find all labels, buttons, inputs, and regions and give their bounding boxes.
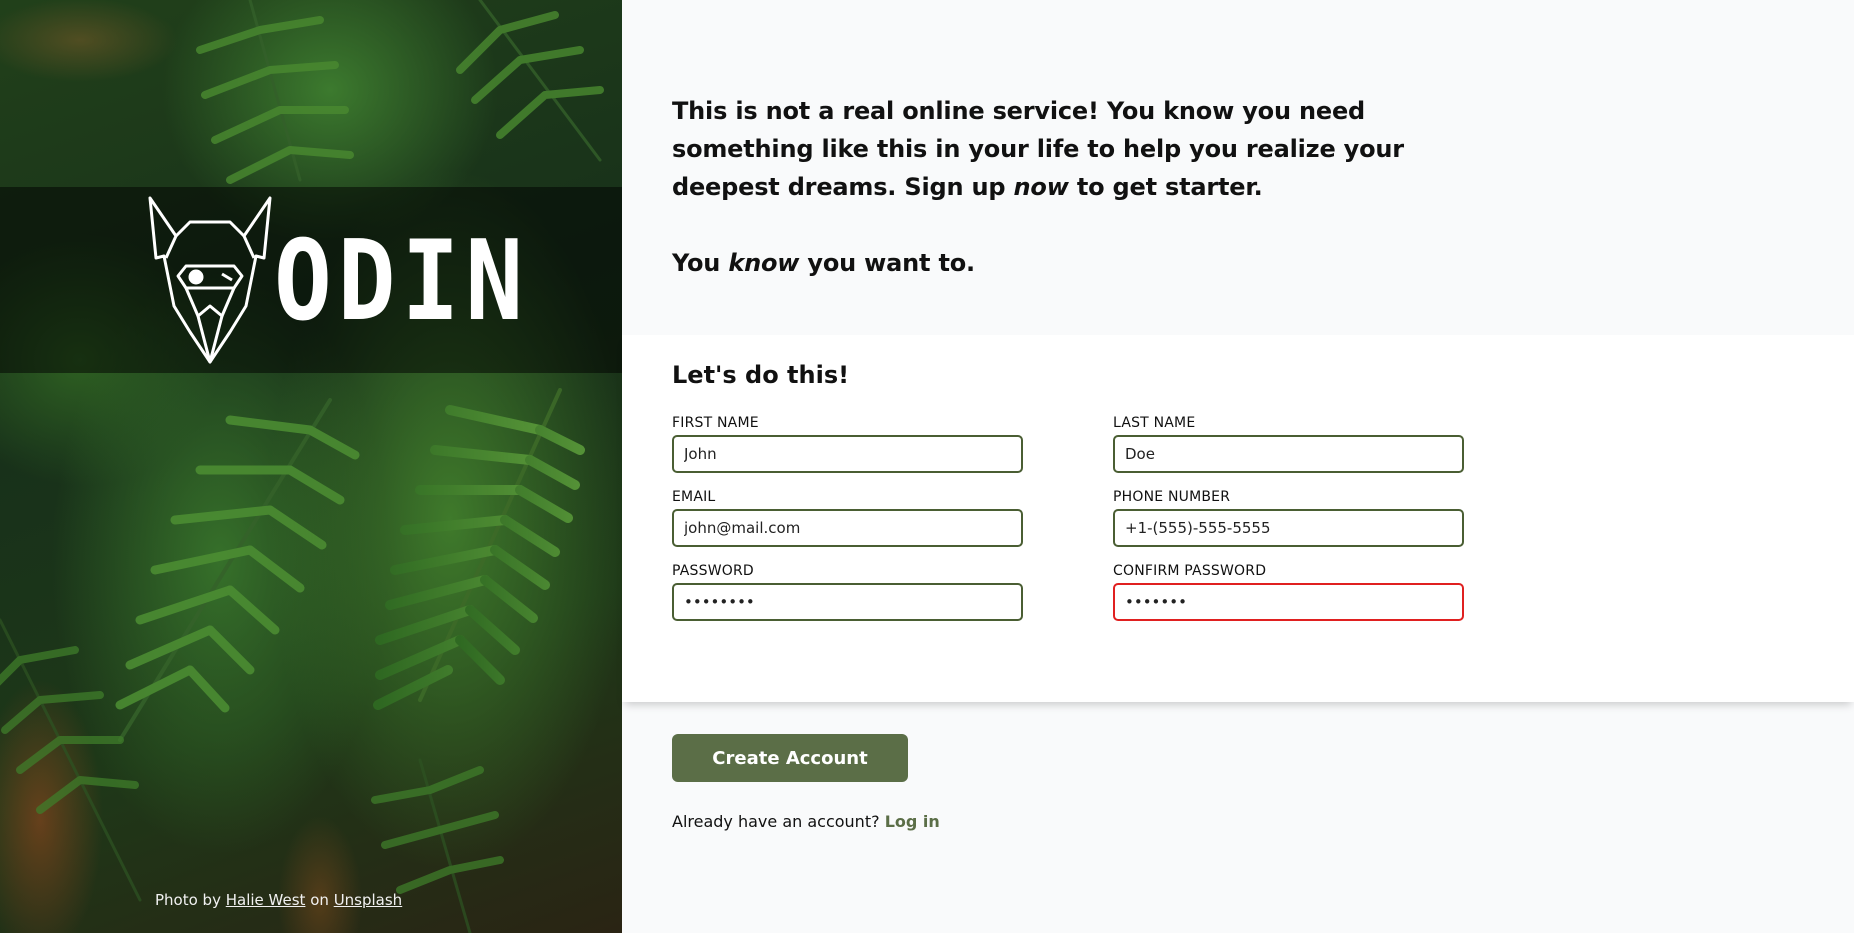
last-name-input[interactable] bbox=[1113, 435, 1464, 473]
viking-head-icon bbox=[148, 196, 272, 364]
credit-author-link[interactable]: Halie West bbox=[226, 891, 306, 909]
phone-field: Phone Number bbox=[1113, 489, 1464, 547]
signup-form: Let's do this! First Name Last Name Emai… bbox=[622, 335, 1854, 702]
confirm-password-field: Confirm Password bbox=[1113, 563, 1464, 621]
form-actions: Create Account Already have an account? … bbox=[622, 702, 1854, 831]
phone-label: Phone Number bbox=[1113, 489, 1231, 505]
photo-credit: Photo by Halie West on Unsplash bbox=[155, 891, 402, 909]
form-heading: Let's do this! bbox=[672, 361, 850, 389]
credit-source-link[interactable]: Unsplash bbox=[334, 891, 403, 909]
intro-text-2a: You bbox=[672, 249, 729, 277]
email-input[interactable] bbox=[672, 509, 1023, 547]
odin-logo: ODIN bbox=[146, 196, 529, 366]
email-field: Email bbox=[672, 489, 1023, 547]
create-account-button[interactable]: Create Account bbox=[672, 734, 908, 782]
password-label: Password bbox=[672, 563, 754, 579]
hero-panel: ODIN Photo by Halie West on Unsplash bbox=[0, 0, 622, 933]
first-name-field: First Name bbox=[672, 415, 1023, 473]
login-prompt: Already have an account? Log in bbox=[672, 812, 1804, 831]
credit-prefix: Photo by bbox=[155, 891, 221, 909]
intro-text-2b: you want to. bbox=[799, 249, 975, 277]
last-name-label: Last Name bbox=[1113, 415, 1196, 431]
confirm-password-label: Confirm Password bbox=[1113, 563, 1267, 579]
intro-paragraph-1: This is not a real online service! You k… bbox=[672, 92, 1432, 206]
intro-text-1b: to get starter. bbox=[1068, 173, 1263, 201]
password-field: Password bbox=[672, 563, 1023, 621]
login-link[interactable]: Log in bbox=[885, 812, 940, 831]
intro-paragraph-2: You know you want to. bbox=[672, 244, 1432, 282]
odin-wordmark: ODIN bbox=[274, 216, 530, 346]
first-name-label: First Name bbox=[672, 415, 759, 431]
last-name-field: Last Name bbox=[1113, 415, 1464, 473]
intro-emphasis-now: now bbox=[1013, 173, 1069, 201]
intro-emphasis-know: know bbox=[728, 249, 800, 277]
signup-main: This is not a real online service! You k… bbox=[622, 0, 1854, 933]
fern-background-image bbox=[0, 0, 604, 933]
credit-middle: on bbox=[310, 891, 329, 909]
first-name-input[interactable] bbox=[672, 435, 1023, 473]
form-fields: First Name Last Name Email Phone Number … bbox=[672, 415, 1804, 621]
email-label: Email bbox=[672, 489, 716, 505]
confirm-password-input[interactable] bbox=[1113, 583, 1464, 621]
password-input[interactable] bbox=[672, 583, 1023, 621]
phone-input[interactable] bbox=[1113, 509, 1464, 547]
intro-text: This is not a real online service! You k… bbox=[622, 0, 1854, 335]
login-prompt-text: Already have an account? bbox=[672, 812, 880, 831]
